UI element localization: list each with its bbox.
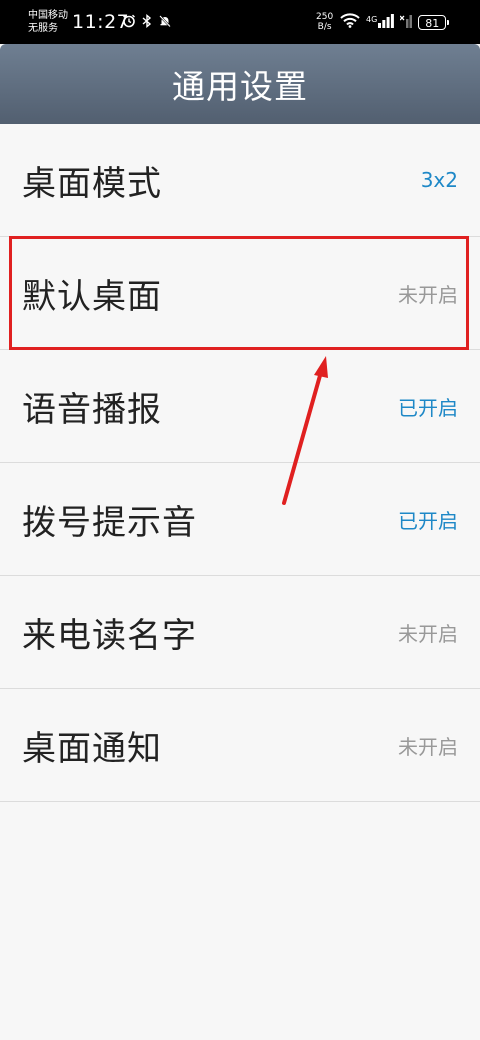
setting-value: 3x2 bbox=[420, 168, 458, 192]
service-status: 无服务 bbox=[28, 23, 58, 34]
status-bar: 中国移动 无服务 11:27 250 B/s 4G 81 bbox=[0, 0, 480, 44]
signal-icon bbox=[378, 13, 395, 32]
speed-value: 250 bbox=[316, 12, 334, 22]
speed-unit: B/s bbox=[317, 22, 332, 32]
setting-value: 已开启 bbox=[398, 395, 458, 420]
carrier-info: 中国移动 无服务 bbox=[28, 9, 68, 35]
alarm-icon bbox=[122, 14, 136, 28]
header-bar: 通用设置 bbox=[0, 44, 480, 124]
setting-value: 未开启 bbox=[398, 621, 458, 646]
setting-label: 桌面模式 bbox=[22, 163, 162, 204]
network-speed: 250 B/s bbox=[316, 12, 333, 32]
battery-indicator: 81 bbox=[418, 15, 450, 30]
setting-row-dial-tone[interactable]: 拨号提示音 已开启 bbox=[0, 463, 480, 576]
network-type: 4G bbox=[366, 15, 378, 24]
setting-row-desktop-notification[interactable]: 桌面通知 未开启 bbox=[0, 689, 480, 802]
wifi-icon bbox=[340, 13, 360, 32]
annotation-highlight-box bbox=[9, 236, 469, 350]
setting-label: 桌面通知 bbox=[22, 728, 162, 769]
setting-label: 拨号提示音 bbox=[22, 502, 197, 543]
status-time: 11:27 bbox=[72, 11, 130, 33]
setting-value: 未开启 bbox=[398, 734, 458, 759]
setting-row-caller-name[interactable]: 来电读名字 未开启 bbox=[0, 576, 480, 689]
mute-bell-icon bbox=[158, 14, 172, 28]
no-sim-signal-icon bbox=[399, 13, 413, 32]
bluetooth-icon bbox=[140, 14, 154, 28]
carrier-name: 中国移动 bbox=[28, 10, 68, 21]
setting-row-desktop-mode[interactable]: 桌面模式 3x2 bbox=[0, 124, 480, 237]
setting-value: 已开启 bbox=[398, 508, 458, 533]
page-title: 通用设置 bbox=[172, 67, 308, 106]
setting-label: 语音播报 bbox=[22, 389, 162, 430]
setting-label: 来电读名字 bbox=[22, 615, 197, 656]
settings-list: 桌面模式 3x2 默认桌面 未开启 语音播报 已开启 拨号提示音 已开启 来电读… bbox=[0, 124, 480, 802]
setting-row-voice-broadcast[interactable]: 语音播报 已开启 bbox=[0, 350, 480, 463]
